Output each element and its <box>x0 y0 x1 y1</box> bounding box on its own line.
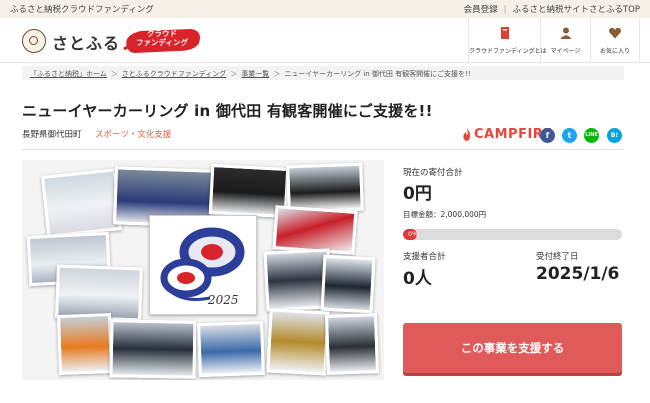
deadline-value: 2025/1/6 <box>536 264 620 284</box>
nav-mypage[interactable]: マイページ <box>540 18 590 63</box>
collage-photo <box>109 319 197 379</box>
nav-about-label: クラウドファンディングとは <box>469 48 547 55</box>
top-utility-bar: ふるさと納税クラウドファンディング 会員登録 | ふるさと納税サイトさとふるTOP <box>0 0 650 18</box>
breadcrumb: 「ふるさと納税」ホーム＞さとふるクラウドファンディング＞事業一覧＞ニューイヤーカ… <box>22 66 624 80</box>
collage-photo <box>272 205 358 255</box>
nav-favorites[interactable]: お気に入り <box>590 18 640 63</box>
project-location: 長野県御代田町 <box>22 130 82 140</box>
nav-mypage-label: マイページ <box>550 48 581 55</box>
heart-icon <box>609 27 621 39</box>
crowdfunding-badge-text: クラウド ファンディング <box>136 29 188 47</box>
curling-event-logo: 2025 <box>149 215 257 315</box>
deadline-label: 受付終了日 <box>536 252 579 262</box>
header-nav: クラウドファンディングとは マイページ お気に入り <box>468 18 640 63</box>
nav-about-crowdfunding[interactable]: クラウドファンディングとは <box>468 18 547 63</box>
site-tagline: ふるさと納税クラウドファンディング <box>10 5 154 15</box>
collage-photo <box>40 168 123 238</box>
site-header: さとふる クラウド ファンディング クラウドファンディングとは マイページ お気… <box>0 18 650 63</box>
collage-photo <box>266 308 330 376</box>
satofull-logo-text[interactable]: さとふる <box>52 30 120 54</box>
facebook-share-icon[interactable]: f <box>540 128 555 143</box>
page-title: ニューイヤーカーリング in 御代田 有観客開催にご支援を!! <box>22 102 433 120</box>
supporters-value: 0人 <box>403 269 432 289</box>
event-logo-year: 2025 <box>207 293 239 307</box>
collage-photo <box>320 254 376 314</box>
satofull-top-link[interactable]: ふるさと納税サイトさとふるTOP <box>512 5 640 15</box>
flame-icon <box>463 128 471 141</box>
funding-progress-percent: 0% <box>408 230 419 238</box>
breadcrumb-crowdfunding[interactable]: さとふるクラウドファンディング <box>122 70 227 78</box>
current-total-label: 現在の寄付合計 <box>403 168 463 178</box>
collage-photo <box>324 313 380 375</box>
funding-progress-bar: 0% <box>403 229 622 240</box>
collage-photo <box>56 313 114 375</box>
collage-photo <box>197 320 265 378</box>
satofull-logo-icon[interactable] <box>22 29 46 53</box>
user-icon <box>560 27 571 39</box>
hatena-bookmark-icon[interactable]: B! <box>607 128 622 143</box>
breadcrumb-project-list[interactable]: 事業一覧 <box>241 70 269 78</box>
title-divider <box>22 149 624 150</box>
project-hero-image: 2025 <box>22 160 384 380</box>
collage-photo <box>286 162 364 214</box>
book-icon <box>500 27 509 39</box>
breadcrumb-home[interactable]: 「ふるさと納税」ホーム <box>30 70 107 78</box>
nav-favorites-label: お気に入り <box>599 48 630 55</box>
current-total-value: 0円 <box>403 184 432 204</box>
twitter-share-icon[interactable]: t <box>562 128 577 143</box>
line-share-icon[interactable]: LINE <box>584 128 599 143</box>
support-project-button[interactable]: この事業を支援する <box>403 323 622 373</box>
supporters-label: 支援者合計 <box>403 252 446 262</box>
breadcrumb-current: ニューイヤーカーリング in 御代田 有観客開催にご支援を!! <box>284 70 471 78</box>
register-link[interactable]: 会員登録 <box>464 5 498 15</box>
top-links: 会員登録 | ふるさと納税サイトさとふるTOP <box>463 5 640 15</box>
project-category[interactable]: スポーツ・文化支援 <box>95 128 171 140</box>
goal-amount: 目標金額：2,000,000円 <box>403 210 487 219</box>
